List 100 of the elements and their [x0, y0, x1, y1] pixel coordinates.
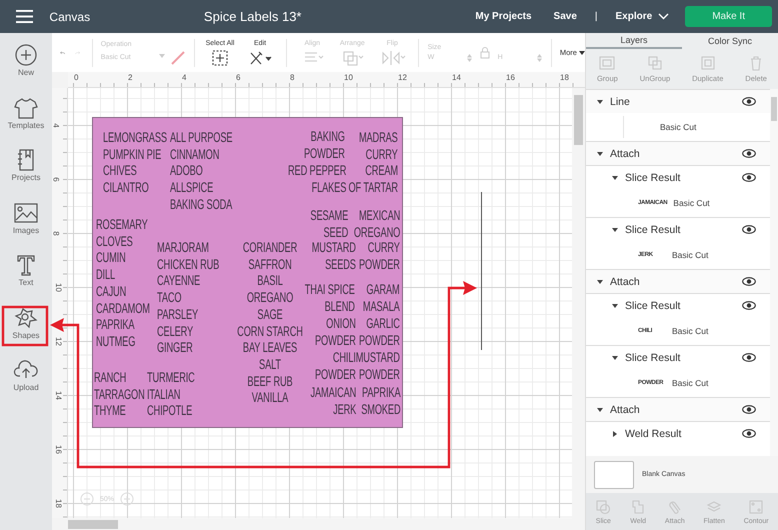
layer-name[interactable]: Slice Result [625, 172, 742, 184]
caret-icon[interactable] [611, 430, 619, 438]
spice-label[interactable]: CHIVES [103, 162, 167, 180]
spice-label[interactable]: PARSLEY [157, 306, 220, 323]
spice-label[interactable]: ITALIAN [147, 386, 195, 402]
spice-label[interactable]: LEMONGRASS [103, 129, 167, 146]
sidebar-item[interactable]: Shapes [0, 306, 52, 358]
spice-label[interactable]: MASALA [363, 298, 400, 314]
spice-label[interactable]: OREGANO [354, 224, 400, 240]
spice-label[interactable]: THYME [94, 402, 145, 420]
spice-label[interactable]: BASIL [237, 272, 303, 290]
eye-icon[interactable] [742, 173, 756, 182]
spice-label[interactable]: POWDER [359, 256, 400, 272]
line-color-swatch[interactable] [170, 50, 185, 64]
design-canvas[interactable] [68, 88, 572, 518]
spice-label[interactable]: BAKING SODA [170, 196, 232, 213]
caret-icon[interactable] [611, 302, 619, 310]
sidebar-item[interactable]: Text [0, 253, 52, 306]
eye-icon[interactable] [742, 429, 756, 438]
spice-label[interactable]: CORIANDER [237, 239, 303, 256]
explore-menu[interactable]: Explore [616, 11, 670, 22]
panel-tab[interactable]: Color Sync [682, 33, 778, 49]
spice-label[interactable]: MADRAS [359, 129, 398, 146]
make-it-button[interactable]: Make It [685, 6, 772, 27]
spice-label[interactable]: POWDER [359, 332, 400, 348]
scrollbar[interactable] [572, 88, 585, 518]
caret-icon[interactable] [611, 354, 619, 362]
spice-label[interactable]: MARJORAM [157, 239, 220, 256]
spice-label[interactable]: CREAM [348, 162, 398, 179]
spice-label[interactable]: OREGANO [237, 289, 303, 306]
spice-label[interactable]: GARLIC [359, 315, 400, 332]
spice-label[interactable]: ROSEMARY [96, 216, 150, 233]
layer-name[interactable]: Slice Result [625, 224, 742, 236]
canvas-swatch[interactable] [594, 460, 634, 488]
caret-icon[interactable] [611, 226, 619, 234]
spice-label[interactable]: CURRY [359, 239, 400, 256]
eye-icon[interactable] [742, 405, 756, 414]
layer-name[interactable]: Weld Result [625, 428, 742, 440]
spice-label[interactable]: POWDER [315, 332, 356, 348]
spice-label[interactable]: DILL [96, 266, 150, 283]
spice-label[interactable]: CAYENNE [157, 272, 220, 290]
spice-label[interactable]: GARAM [363, 281, 400, 298]
caret-icon[interactable] [596, 98, 604, 106]
spice-label[interactable]: ADOBO [170, 162, 232, 180]
spice-label[interactable]: ONION [315, 315, 356, 332]
eye-icon[interactable] [742, 301, 756, 310]
spice-label[interactable]: ALL PURPOSE [170, 129, 232, 146]
spice-label[interactable]: BAKING [304, 128, 345, 145]
eye-icon[interactable] [742, 97, 756, 106]
caret-icon[interactable] [611, 174, 619, 182]
spice-label[interactable]: CLOVES [96, 232, 150, 250]
spice-label[interactable]: CHIPOTLE [147, 402, 195, 420]
eye-icon[interactable] [742, 149, 756, 158]
spice-label[interactable]: OF TARTAR [348, 178, 398, 196]
spice-label[interactable]: CUMIN [96, 249, 150, 266]
eye-icon[interactable] [742, 353, 756, 362]
scrollbar[interactable] [52, 518, 585, 530]
spice-label[interactable]: TARRAGON [94, 386, 145, 402]
spice-label[interactable]: JAMAICAN [310, 384, 356, 401]
spice-label[interactable]: CAJUN [96, 282, 150, 300]
sidebar-item[interactable]: Templates [0, 96, 52, 148]
spice-label[interactable]: NUTMEG [96, 332, 150, 350]
spice-label[interactable]: SEEDS [312, 256, 356, 272]
spice-label[interactable]: MUSTARD [312, 239, 356, 256]
eye-icon[interactable] [742, 277, 756, 286]
spice-label[interactable]: CARDAMOM [96, 300, 150, 316]
spice-label[interactable]: CORN STARCH [237, 322, 303, 340]
menu-icon[interactable] [16, 9, 34, 24]
spice-label[interactable]: CILANTRO [103, 179, 167, 196]
spice-label[interactable]: BAY LEAVES [237, 339, 303, 356]
spice-label[interactable]: MEXICAN [354, 207, 400, 224]
spice-label[interactable]: RANCH [94, 369, 145, 386]
spice-label[interactable]: MUSTARD [356, 349, 400, 366]
label-sheet[interactable] [92, 117, 403, 428]
spice-label[interactable]: CINNAMON [170, 146, 232, 162]
spice-label[interactable]: TURMERIC [147, 369, 195, 386]
header-link[interactable]: My Projects [475, 11, 532, 22]
spice-label[interactable]: VANILLA [237, 389, 303, 406]
scrollbar[interactable] [770, 89, 778, 456]
spice-label[interactable]: POWDER [356, 366, 400, 382]
spice-label[interactable]: SESAME [310, 207, 348, 224]
spice-label[interactable]: SAGE [237, 306, 303, 323]
caret-icon[interactable] [596, 150, 604, 158]
spice-label[interactable]: GINGER [157, 339, 220, 356]
spice-label[interactable]: BEEF RUB [237, 372, 303, 390]
spice-label[interactable]: SEED [310, 224, 348, 240]
sidebar-item[interactable]: Projects [0, 148, 52, 200]
caret-icon[interactable] [596, 278, 604, 286]
spice-label[interactable]: JERK [310, 400, 356, 418]
spice-label[interactable]: SAFFRON [237, 256, 303, 272]
spice-label[interactable]: SALT [237, 356, 303, 373]
spice-label[interactable]: CELERY [157, 322, 220, 340]
spice-label[interactable]: CHICKEN RUB [157, 256, 220, 272]
spice-label[interactable]: POWDER [315, 366, 356, 382]
spice-label[interactable]: ALLSPICE [170, 179, 232, 196]
spice-label[interactable]: CHILI [315, 349, 356, 366]
spice-label[interactable]: CURRY [359, 146, 398, 162]
eye-icon[interactable] [742, 225, 756, 234]
spice-label[interactable]: PAPRIKA [360, 384, 400, 401]
header-link[interactable]: Save [554, 11, 577, 22]
